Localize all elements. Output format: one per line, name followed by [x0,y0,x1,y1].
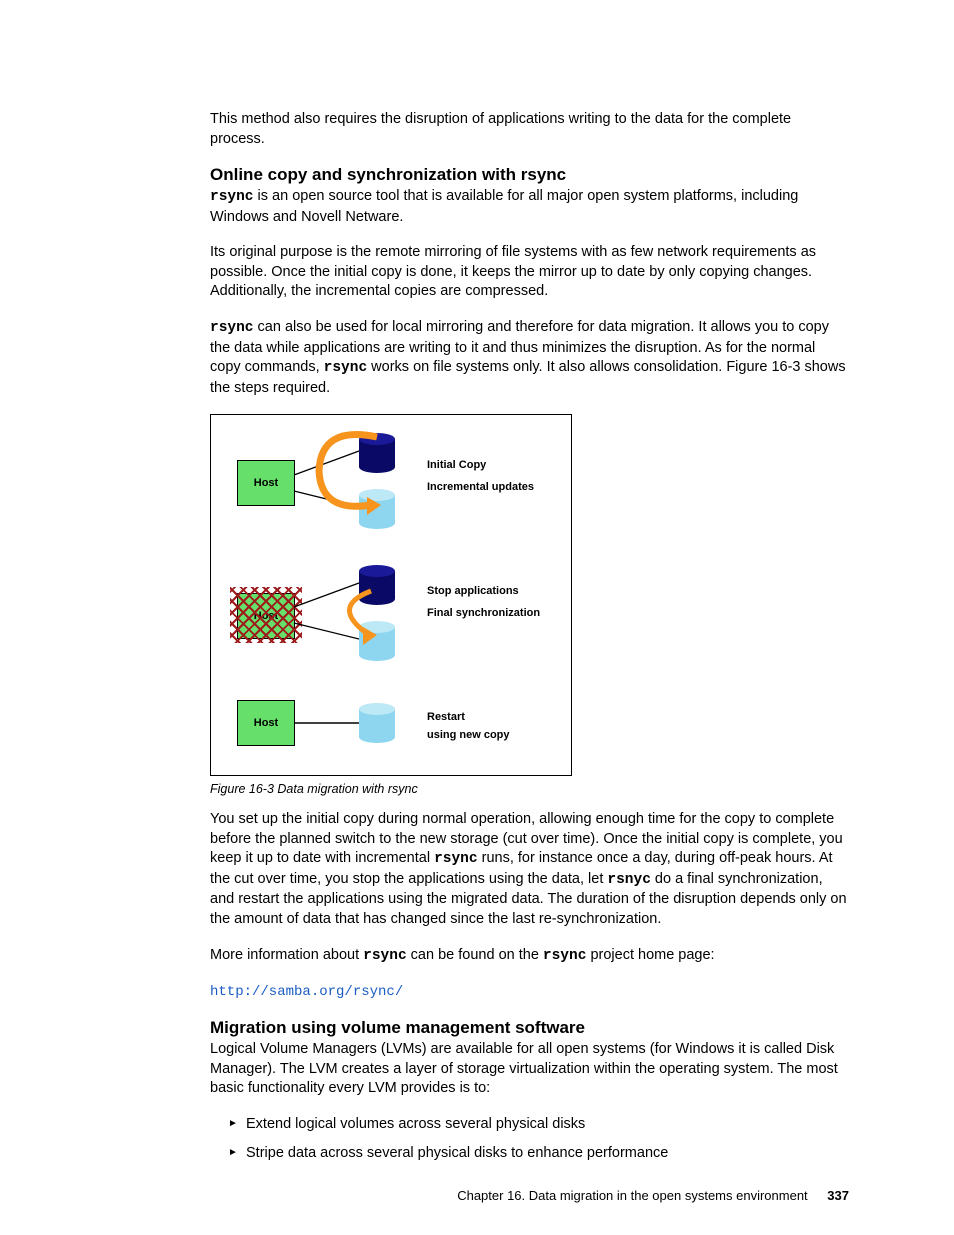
figure-label: Stop applications [427,583,519,600]
figure-label: using new copy [427,727,510,744]
heading-rsync: Online copy and synchronization with rsy… [210,165,849,185]
paragraph: Its original purpose is the remote mirro… [210,243,849,302]
figure-rsync-migration: Host Initial Copy Incremental updates Ho… [210,414,572,776]
figure-label: Restart [427,709,465,726]
figure-label: Initial Copy [427,457,486,474]
text: More information about [210,947,363,963]
connector-lines-icon [211,685,411,755]
list-item: Stripe data across several physical disk… [228,1144,849,1164]
paragraph: You set up the initial copy during norma… [210,810,849,929]
code-rsync: rsync [210,320,254,336]
page-footer: Chapter 16. Data migration in the open s… [457,1188,849,1203]
text: is an open source tool that is available… [210,188,798,225]
heading-lvm: Migration using volume management softwa… [210,1018,849,1038]
link-samba-rsync[interactable]: http://samba.org/rsync/ [210,984,403,1000]
code-rsync: rsync [210,189,254,205]
paragraph: rsync can also be used for local mirrori… [210,318,849,398]
page-number: 337 [827,1188,849,1203]
bullet-list: Extend logical volumes across several ph… [228,1115,849,1164]
list-item: Extend logical volumes across several ph… [228,1115,849,1135]
connector-lines-icon [211,415,411,545]
code-rsync: rsync [543,948,587,964]
figure-label: Final synchronization [427,605,540,622]
connector-lines-icon [211,545,411,675]
paragraph: Logical Volume Managers (LVMs) are avail… [210,1040,849,1099]
text: project home page: [586,947,714,963]
code-rsnyc: rsnyc [607,872,651,888]
chapter-label: Chapter 16. Data migration in the open s… [457,1188,807,1203]
paragraph: More information about rsync can be foun… [210,946,849,967]
figure-caption: Figure 16-3 Data migration with rsync [210,782,849,796]
code-rsync: rsync [324,360,368,376]
figure-label: Incremental updates [427,479,534,496]
intro-paragraph: This method also requires the disruption… [210,110,849,149]
text: can be found on the [407,947,543,963]
code-rsync: rsync [434,851,478,867]
page: This method also requires the disruption… [0,0,954,1235]
paragraph: rsync is an open source tool that is ava… [210,187,849,227]
code-rsync: rsync [363,948,407,964]
